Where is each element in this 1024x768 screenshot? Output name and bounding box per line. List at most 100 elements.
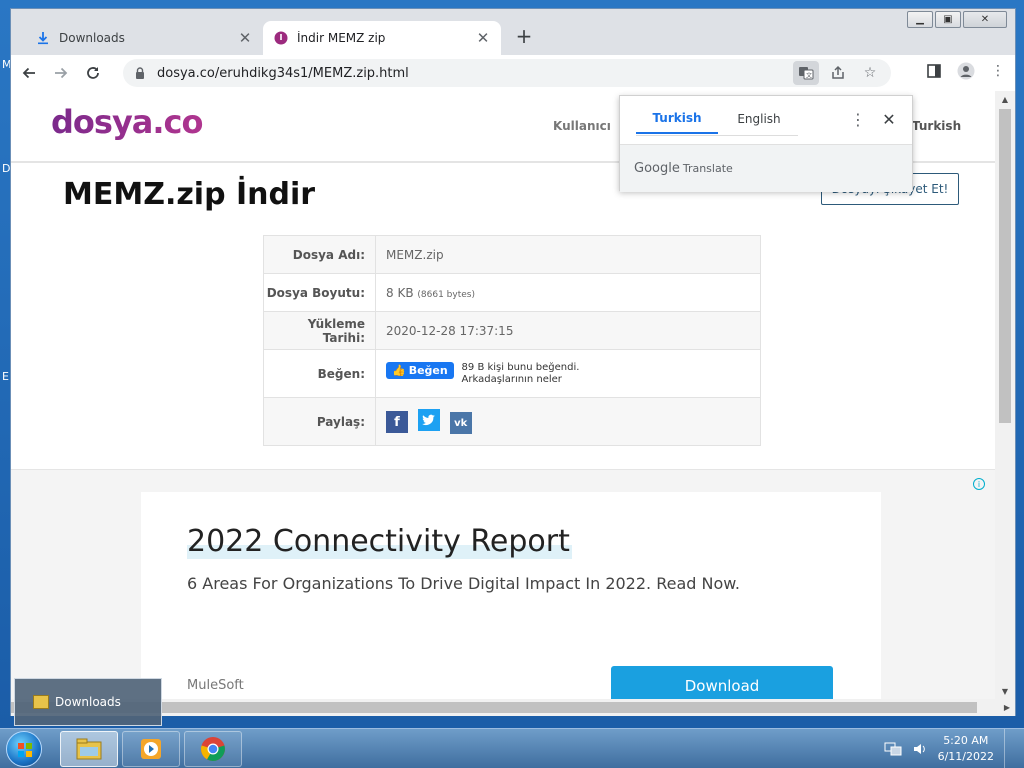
- kebab-menu-icon[interactable]: ⋮: [985, 59, 1011, 83]
- profile-avatar-icon[interactable]: [953, 59, 979, 83]
- translate-popup: Turkish English ⋮ ✕ Google Translate: [619, 95, 913, 192]
- arrow-left-icon: [22, 67, 35, 79]
- folder-icon: [33, 695, 49, 709]
- reload-button[interactable]: [79, 59, 107, 87]
- vertical-scrollbar[interactable]: ▲ ▼: [995, 91, 1015, 699]
- svg-text:文: 文: [806, 72, 812, 80]
- toolbar-right: ⋮: [921, 59, 1011, 83]
- taskbar-explorer[interactable]: [60, 731, 118, 767]
- close-icon[interactable]: ✕: [878, 108, 900, 130]
- like-button-label: Beğen: [408, 363, 448, 377]
- nav-user-link[interactable]: Kullanıcı: [553, 119, 611, 133]
- side-panel-icon[interactable]: [921, 59, 947, 83]
- window-controls: ▁ ▣ ✕: [907, 11, 1007, 28]
- like-count-text: 89 B kişi bunu beğendi. Arkadaşlarının ne…: [462, 362, 580, 386]
- upload-date-label: Yükleme Tarihi:: [263, 311, 376, 350]
- close-tab-icon[interactable]: ✕: [475, 29, 491, 47]
- address-bar[interactable]: dosya.co/eruhdikg34s1/MEMZ.zip.html 文 ☆: [123, 59, 891, 87]
- like-label: Beğen:: [263, 349, 376, 398]
- maximize-button[interactable]: ▣: [935, 11, 961, 28]
- volume-icon: [913, 744, 925, 754]
- table-row: Yükleme Tarihi: 2020-12-28 17:37:15: [263, 311, 761, 350]
- ad-subtitle: 6 Areas For Organizations To Drive Digit…: [187, 574, 740, 593]
- tab-title: İndir MEMZ zip: [297, 31, 386, 45]
- downloads-flyout[interactable]: Downloads: [14, 678, 162, 726]
- twitter-share-icon[interactable]: [417, 408, 440, 431]
- ad-container: i 2022 Connectivity Report 6 Areas For O…: [11, 469, 995, 699]
- show-desktop-button[interactable]: [1004, 729, 1016, 768]
- folder-icon: [76, 738, 102, 760]
- media-player-icon: [141, 739, 161, 759]
- scrollbar-thumb[interactable]: [999, 109, 1011, 423]
- google-logo: Google: [634, 161, 680, 176]
- translate-tab-english[interactable]: English: [718, 104, 800, 134]
- table-row: Dosya Boyutu: 8 KB (8661 bytes): [263, 273, 761, 312]
- file-size-label: Dosya Boyutu:: [263, 273, 376, 312]
- back-button[interactable]: [15, 59, 43, 87]
- desktop-icon-fragment: E: [2, 370, 9, 383]
- translate-tab-turkish[interactable]: Turkish: [636, 104, 718, 134]
- site-logo[interactable]: dosya.co: [51, 103, 203, 141]
- address-bar-actions: 文 ☆: [793, 59, 883, 87]
- nav-language-label: Turkish: [912, 119, 962, 133]
- scroll-up-arrow-icon[interactable]: ▲: [995, 91, 1015, 107]
- close-window-button[interactable]: ✕: [963, 11, 1007, 28]
- tab-downloads[interactable]: Downloads ✕: [25, 21, 263, 55]
- bookmark-star-icon[interactable]: ☆: [857, 61, 883, 85]
- translate-tabs: Turkish English: [636, 104, 800, 134]
- reload-icon: [87, 67, 99, 79]
- page-title: MEMZ.zip İndir: [63, 177, 316, 212]
- download-icon: [35, 30, 51, 46]
- tab-title: Downloads: [59, 31, 125, 45]
- tab-strip: Downloads ✕ İndir MEMZ zip ✕ + ▁ ▣ ✕: [11, 9, 1015, 55]
- divider: [636, 135, 798, 136]
- ad-card[interactable]: 2022 Connectivity Report 6 Areas For Org…: [141, 492, 881, 699]
- downloads-flyout-label: Downloads: [55, 695, 121, 709]
- system-clock[interactable]: 5:20 AM 6/11/2022: [938, 733, 994, 765]
- share-icon[interactable]: [825, 61, 851, 85]
- like-cell: 👍 Beğen 89 B kişi bunu beğendi. Arkadaşlar…: [375, 349, 761, 398]
- adchoices-icon[interactable]: i: [973, 478, 985, 490]
- taskbar-media-player[interactable]: [122, 731, 180, 767]
- file-size-value: 8 KB: [386, 285, 414, 300]
- toolbar: dosya.co/eruhdikg34s1/MEMZ.zip.html 文 ☆ …: [11, 55, 1015, 91]
- facebook-like-button[interactable]: 👍 Beğen: [386, 361, 454, 379]
- ad-brand: MuleSoft: [187, 678, 244, 693]
- table-row: Paylaş: f vk: [263, 397, 761, 446]
- vk-share-icon[interactable]: vk: [449, 412, 472, 435]
- url-text: dosya.co/eruhdikg34s1/MEMZ.zip.html: [157, 65, 409, 81]
- share-label: Paylaş:: [263, 397, 376, 446]
- ad-title: 2022 Connectivity Report: [187, 524, 572, 559]
- facebook-share-icon[interactable]: f: [386, 411, 408, 434]
- dosya-favicon-icon: [273, 30, 289, 46]
- start-button[interactable]: [6, 731, 42, 767]
- system-tray: 5:20 AM 6/11/2022: [884, 729, 1016, 768]
- forward-button[interactable]: [47, 59, 75, 87]
- table-row: Beğen: 👍 Beğen 89 B kişi bunu beğendi. Ark…: [263, 349, 761, 398]
- translate-footer: Google Translate: [620, 144, 912, 192]
- clock-date: 6/11/2022: [937, 750, 994, 763]
- translate-label: Translate: [682, 162, 733, 175]
- taskbar: 5:20 AM 6/11/2022: [0, 728, 1024, 768]
- tab-memz[interactable]: İndir MEMZ zip ✕: [263, 21, 501, 55]
- like-friends-line: Arkadaşlarının neler: [461, 373, 562, 385]
- chrome-icon: [201, 737, 225, 761]
- translate-options-icon[interactable]: ⋮: [848, 108, 868, 130]
- chrome-window: Downloads ✕ İndir MEMZ zip ✕ + ▁ ▣ ✕ dos…: [10, 8, 1016, 716]
- file-size-bytes: (8661 bytes): [417, 289, 475, 300]
- ad-download-button[interactable]: Download: [611, 666, 833, 699]
- new-tab-button[interactable]: +: [511, 23, 537, 49]
- file-size-cell: 8 KB (8661 bytes): [375, 273, 761, 312]
- share-cell: f vk: [375, 397, 761, 446]
- windows-logo-icon: [18, 743, 32, 757]
- translate-icon[interactable]: 文: [793, 61, 819, 85]
- arrow-right-icon: [55, 67, 68, 79]
- file-name-label: Dosya Adı:: [263, 235, 376, 274]
- minimize-button[interactable]: ▁: [907, 11, 933, 28]
- scroll-down-arrow-icon[interactable]: ▼: [995, 683, 1015, 699]
- scroll-right-arrow-icon[interactable]: ▶: [999, 699, 1015, 716]
- close-tab-icon[interactable]: ✕: [237, 29, 253, 47]
- table-row: Dosya Adı: MEMZ.zip: [263, 235, 761, 274]
- taskbar-chrome[interactable]: [184, 731, 242, 767]
- upload-date-value: 2020-12-28 17:37:15: [375, 311, 761, 350]
